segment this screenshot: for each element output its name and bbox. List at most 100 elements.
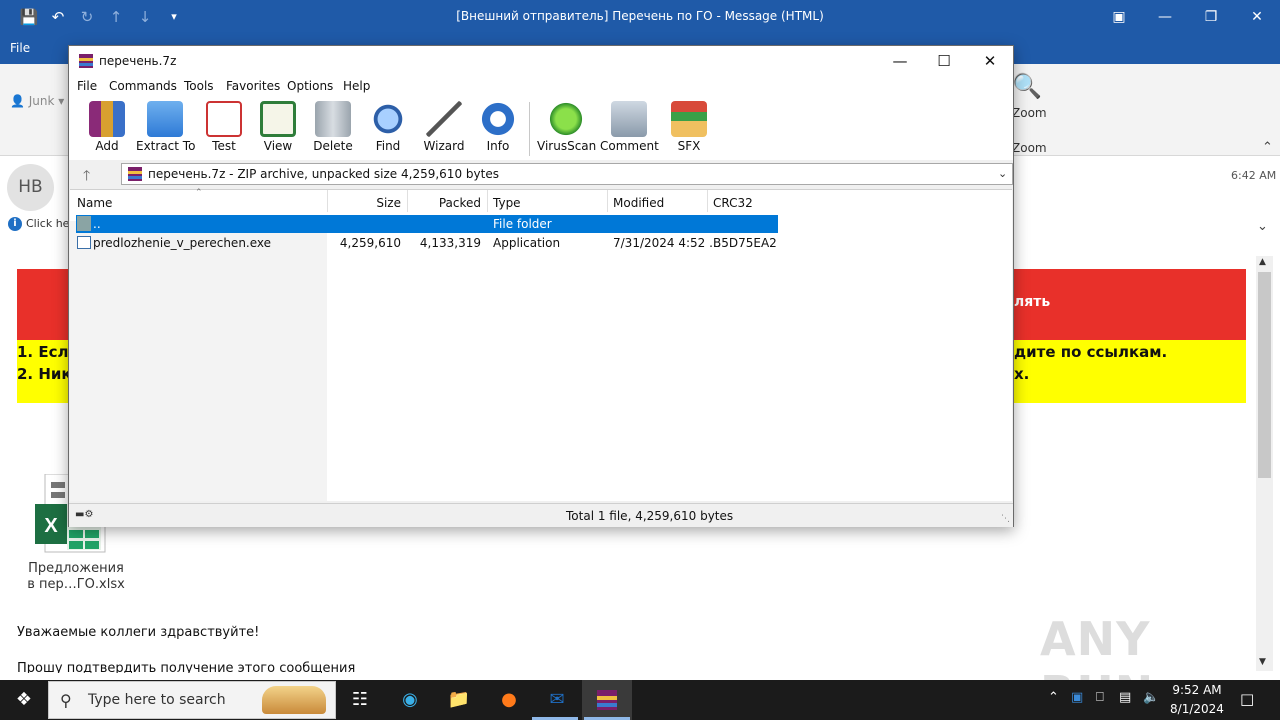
zoom-icon: 🔍 (1012, 72, 1042, 100)
virusscan-button[interactable]: VirusScan (537, 101, 596, 153)
address-dropdown-icon[interactable]: ⌄ (998, 167, 1007, 180)
find-button[interactable]: Find (359, 101, 417, 153)
scrollbar-thumb[interactable] (1258, 272, 1271, 478)
tray-chevron-icon[interactable]: ⌃ (1048, 690, 1059, 705)
archive-icon (128, 167, 142, 181)
column-separator[interactable] (707, 190, 708, 212)
column-type[interactable]: Type (493, 196, 521, 210)
network-icon[interactable]: ▤ (1119, 690, 1131, 705)
tray-device-icon[interactable]: ⎕ (1096, 690, 1104, 705)
column-packed[interactable]: Packed (409, 196, 481, 210)
banner-red-text: лять (1014, 294, 1051, 310)
status-bar (69, 503, 1013, 527)
sort-indicator-icon: ⌃ (195, 188, 203, 198)
row-name: predlozhenie_v_perechen.exe (93, 236, 272, 250)
banner-line1-right: дите по ссылкам. (1014, 343, 1168, 361)
virus-bug-icon (548, 101, 584, 137)
row-type: File folder (493, 217, 552, 231)
wizard-wand-icon (426, 101, 462, 137)
menu-file[interactable]: File (77, 79, 97, 93)
table-row[interactable] (76, 215, 778, 233)
expand-header-icon[interactable]: ⌄ (1257, 219, 1268, 234)
delete-button[interactable]: Delete (304, 101, 362, 153)
row-packed: 4,133,319 (419, 236, 481, 250)
winrar-title-bar: перечень.7z — ☐ ✕ (69, 46, 1013, 76)
comment-button[interactable]: Comment (600, 101, 659, 153)
banner-line2-right: х. (1014, 365, 1030, 383)
scroll-down-icon[interactable]: ▼ (1259, 657, 1266, 667)
ribbon-display-icon[interactable]: ▣ (1096, 4, 1142, 30)
minimize-icon[interactable]: — (1142, 4, 1188, 30)
volume-icon[interactable]: 🔈 (1143, 690, 1159, 705)
menu-options[interactable]: Options (287, 79, 333, 93)
column-crc32[interactable]: CRC32 (713, 196, 753, 210)
customize-icon[interactable]: ▾ (163, 6, 185, 28)
winrar-menu-bar: File Commands Tools Favorites Options He… (69, 76, 1013, 96)
column-name[interactable]: Name (77, 196, 112, 210)
menu-commands[interactable]: Commands (109, 79, 177, 93)
resize-grip-icon[interactable]: ⋱ (1001, 514, 1010, 524)
column-separator[interactable] (407, 190, 408, 212)
search-input[interactable]: Type here to search (88, 692, 226, 708)
collapse-ribbon-icon[interactable]: ⌃ (1262, 140, 1273, 155)
find-magnifier-icon (370, 101, 406, 137)
scroll-up-icon[interactable]: ▲ (1259, 257, 1266, 267)
winrar-minimize-icon[interactable]: — (877, 50, 923, 72)
winrar-maximize-icon[interactable]: ☐ (921, 50, 967, 72)
sfx-box-icon (671, 101, 707, 137)
folder-icon (77, 216, 91, 231)
clock-time[interactable]: 9:52 AM (1172, 683, 1222, 697)
up-icon[interactable]: ↑ (105, 6, 127, 28)
view-book-icon (260, 101, 296, 137)
body-text: Прошу подтвердить получение этого сообще… (17, 661, 356, 673)
test-button[interactable]: Test (195, 101, 253, 153)
firefox-icon[interactable]: ● (493, 685, 525, 715)
toolbar-separator (529, 102, 530, 156)
info-bar-text[interactable]: Click her (26, 217, 74, 230)
outlook-icon[interactable]: ✉ (541, 685, 573, 715)
close-icon[interactable]: ✕ (1234, 4, 1280, 30)
tray-outlook-icon[interactable]: ▣ (1071, 690, 1083, 705)
task-view-icon[interactable]: ☷ (344, 685, 376, 715)
zoom-button[interactable]: Zoom (1012, 106, 1047, 120)
attachment-line2: в пер…ГО.xlsx (27, 577, 125, 592)
edge-icon[interactable]: ◉ (394, 685, 426, 715)
column-separator[interactable] (607, 190, 608, 212)
column-separator[interactable] (487, 190, 488, 212)
info-circle-icon (480, 101, 516, 137)
menu-help[interactable]: Help (343, 79, 370, 93)
add-button[interactable]: Add (78, 101, 136, 153)
attachment-name[interactable]: Предложения в пер…ГО.xlsx (20, 561, 132, 593)
junk-button[interactable]: 👤 Junk ▾ (10, 94, 64, 108)
up-folder-icon[interactable]: 🡑 (83, 165, 90, 189)
menu-favorites[interactable]: Favorites (226, 79, 280, 93)
file-explorer-icon[interactable]: 📁 (443, 685, 475, 715)
view-button[interactable]: View (249, 101, 307, 153)
windows-start-icon[interactable]: ❖ (0, 680, 48, 720)
undo-icon[interactable]: ↶ (47, 6, 69, 28)
save-icon[interactable]: 💾 (18, 6, 40, 28)
banner-line1-left: 1. Есл (17, 343, 69, 361)
redo-icon[interactable]: ↻ (76, 6, 98, 28)
clock-date[interactable]: 8/1/2024 (1168, 702, 1226, 716)
drive-key-icon[interactable]: ▬⚙ (75, 509, 93, 520)
column-size[interactable]: Size (329, 196, 401, 210)
message-time: 6:42 AM (1231, 169, 1277, 182)
greeting-text: Уважаемые коллеги здравствуйте! (17, 625, 260, 640)
menu-tools[interactable]: Tools (184, 79, 214, 93)
column-separator[interactable] (327, 190, 328, 212)
notification-icon[interactable]: □ (1240, 690, 1254, 708)
restore-icon[interactable]: ❐ (1188, 4, 1234, 30)
tab-file[interactable]: File (10, 41, 30, 55)
wizard-button[interactable]: Wizard (415, 101, 473, 153)
column-modified[interactable]: Modified (613, 196, 664, 210)
extract-to-button[interactable]: Extract To (136, 101, 195, 153)
winrar-title: перечень.7z (99, 54, 177, 68)
sfx-button[interactable]: SFX (660, 101, 718, 153)
status-text: Total 1 file, 4,259,610 bytes (566, 509, 734, 523)
winrar-close-icon[interactable]: ✕ (967, 50, 1013, 72)
info-button[interactable]: Info (469, 101, 527, 153)
test-icon (206, 101, 242, 137)
down-icon[interactable]: ↓ (134, 6, 156, 28)
winrar-taskbar-icon[interactable] (596, 689, 618, 711)
